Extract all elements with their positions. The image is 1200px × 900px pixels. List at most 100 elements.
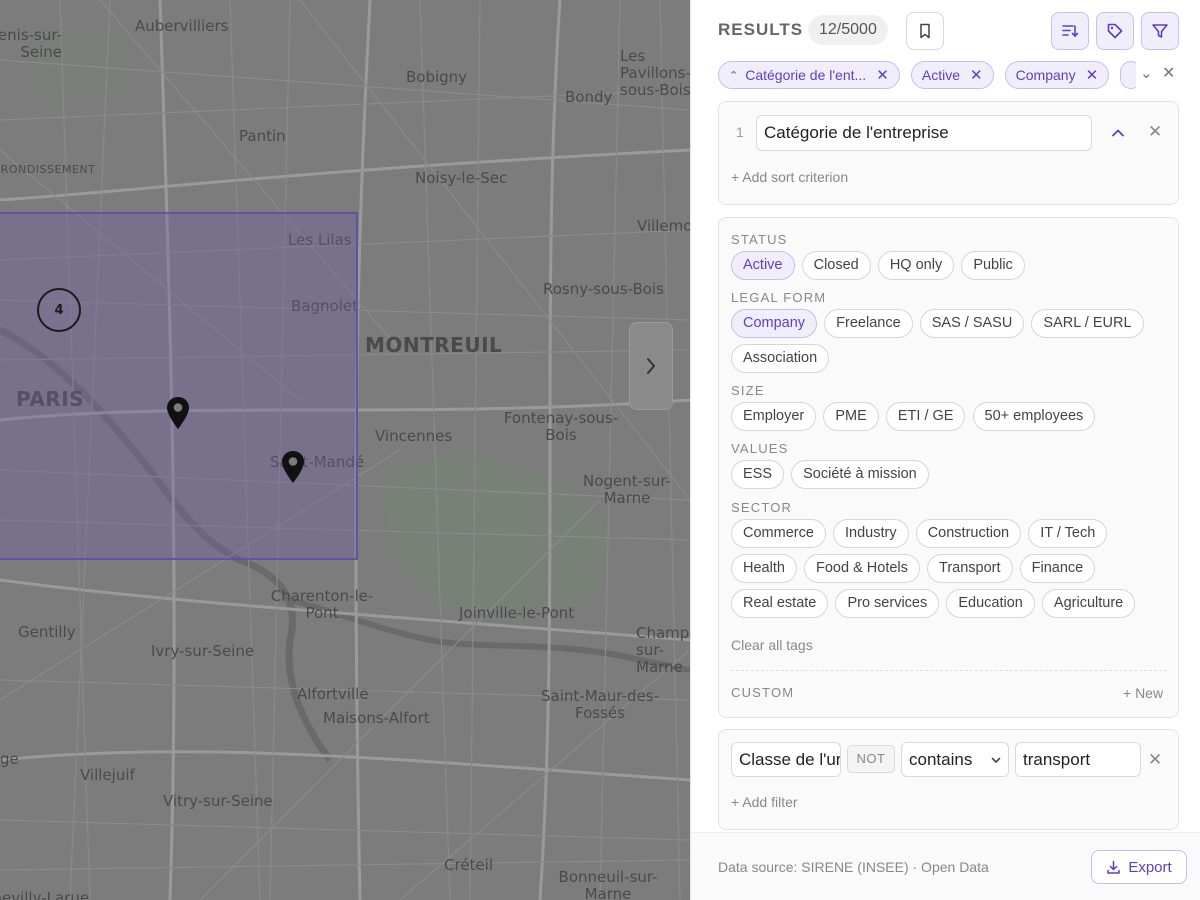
chevron-down-icon — [991, 757, 1001, 764]
remove-sort-icon[interactable]: ✕ — [1148, 122, 1162, 142]
tag-chip[interactable]: Closed — [801, 251, 871, 280]
tag-chip[interactable]: HQ only — [877, 251, 955, 280]
tag-chip[interactable]: Freelance — [824, 309, 913, 338]
sort-button[interactable] — [1051, 12, 1089, 50]
selection-rectangle[interactable] — [0, 212, 358, 560]
bookmark-button[interactable] — [906, 12, 944, 50]
tag-chip[interactable]: Finance — [1019, 554, 1096, 583]
map-label: Nogent-sur-Marne — [583, 472, 671, 507]
tag-chip[interactable]: Education — [946, 589, 1035, 618]
active-chips-scroll[interactable]: ⌃ Catégorie de l'ent... ✕ Active ✕ Company ✕ — [718, 61, 1136, 89]
active-chip-legal-form[interactable]: Company ✕ — [1004, 61, 1110, 89]
tag-chip[interactable]: SAS / SASU — [919, 309, 1025, 338]
section-label-sector: SECTOR — [731, 500, 793, 515]
add-sort-link[interactable]: + Add sort criterion — [731, 169, 848, 185]
map-label: Créteil — [444, 856, 493, 874]
data-source-text: Data source: SIRENE (INSEE) · Open Data — [718, 859, 989, 875]
tag-group-sector: Commerce Industry Construction IT / Tech… — [731, 519, 1171, 624]
not-toggle[interactable]: NOT — [847, 745, 895, 773]
filter-button[interactable] — [1141, 12, 1179, 50]
tag-chip[interactable]: Pro services — [835, 589, 940, 618]
section-label-legal-form: LEGAL FORM — [731, 290, 827, 305]
tag-icon — [1107, 23, 1123, 39]
close-icon[interactable]: ✕ — [1086, 66, 1099, 84]
active-filters-row: ⌃ Catégorie de l'ent... ✕ Active ✕ Company ✕… — [718, 61, 1188, 89]
map-label: Bobigny — [406, 68, 468, 86]
map-label: MONTREUIL — [365, 333, 503, 357]
tags-card: STATUS Active Closed HQ only Public LEGA… — [718, 217, 1179, 718]
tag-chip[interactable]: Employer — [731, 402, 817, 431]
map-label: Alfortville — [297, 685, 369, 703]
map-label: Rosny-sous-Bois — [543, 280, 664, 298]
bookmark-icon — [920, 23, 930, 39]
active-chip-status[interactable]: Active ✕ — [910, 61, 994, 89]
tag-chip[interactable]: ETI / GE — [885, 402, 966, 431]
chip-label: Active — [921, 67, 960, 83]
tag-chip[interactable]: SARL / EURL — [1031, 309, 1144, 338]
expand-chips-icon[interactable]: ⌄ — [1140, 64, 1153, 82]
map-label: Villemomble — [637, 217, 690, 235]
map-pin-icon[interactable] — [166, 396, 190, 430]
chip-label: Company — [1015, 67, 1076, 83]
tag-chip[interactable]: Construction — [915, 519, 1022, 548]
map-label: Aubervilliers — [135, 17, 229, 35]
new-custom-tag-link[interactable]: + New — [1123, 685, 1163, 701]
tag-chip[interactable]: ESS — [731, 460, 785, 489]
marker-cluster[interactable]: 4 — [37, 288, 81, 332]
filter-operator-select[interactable]: contains — [901, 742, 1009, 777]
tag-chip[interactable]: Transport — [927, 554, 1013, 583]
filter-field-input[interactable]: Classe de l'ur — [731, 742, 841, 777]
export-label: Export — [1128, 858, 1172, 876]
map-label: Charenton-le-Pont — [270, 587, 374, 622]
tag-chip[interactable]: 50+ employees — [972, 402, 1096, 431]
map-label: Saint-Denis-sur-Seine — [0, 26, 62, 61]
sort-card: 1 Catégorie de l'entreprise ✕ + Add sort… — [718, 101, 1179, 205]
results-panel: RESULTS 12/5000 ⌃ Catégorie de l'ent... ✕ … — [690, 0, 1200, 900]
tag-chip[interactable]: Active — [731, 251, 795, 280]
tag-chip[interactable]: Agriculture — [1041, 589, 1136, 618]
active-chip-filter[interactable] — [1120, 61, 1136, 89]
tag-chip[interactable]: Food & Hotels — [804, 554, 920, 583]
tag-chip[interactable]: PME — [823, 402, 879, 431]
tag-chip[interactable]: Real estate — [731, 589, 829, 618]
tag-chip[interactable]: Association — [731, 344, 830, 373]
remove-filter-icon[interactable]: ✕ — [1148, 750, 1162, 770]
close-icon[interactable]: ✕ — [876, 66, 889, 84]
map-label: Villejuif — [80, 766, 135, 784]
map-label: Montrouge — [0, 750, 19, 768]
clear-chips-icon[interactable]: ✕ — [1162, 63, 1175, 82]
chevron-up-icon: ⌃ — [729, 69, 739, 82]
tag-chip[interactable]: Société à mission — [791, 460, 929, 489]
clear-tags-link[interactable]: Clear all tags — [731, 637, 813, 653]
map-view[interactable]: Aubervilliers Bobigny Bondy Les Pavillon… — [0, 0, 690, 900]
sort-icon — [1062, 25, 1079, 38]
map-label: Pantin — [239, 127, 286, 145]
tag-chip[interactable]: IT / Tech — [1028, 519, 1108, 548]
results-header: RESULTS 12/5000 — [718, 12, 1182, 50]
panel-toggle-button[interactable] — [629, 322, 673, 410]
map-label: Vitry-sur-Seine — [163, 792, 273, 810]
map-label: Bondy — [565, 88, 613, 106]
close-icon[interactable]: ✕ — [970, 66, 983, 84]
tags-button[interactable] — [1096, 12, 1134, 50]
tag-chip[interactable]: Company — [731, 309, 818, 338]
map-label: Gentilly — [18, 623, 76, 641]
tag-chip[interactable]: Industry — [833, 519, 909, 548]
tag-chip[interactable]: Health — [731, 554, 797, 583]
chevron-right-icon — [647, 358, 655, 374]
cluster-count: 4 — [54, 302, 64, 318]
map-label: 18TH ARRONDISSEMENT — [0, 163, 96, 176]
tag-chip[interactable]: Commerce — [731, 519, 826, 548]
filter-value-input[interactable]: transport — [1015, 742, 1141, 777]
active-chip-sort[interactable]: ⌃ Catégorie de l'ent... ✕ — [718, 61, 900, 89]
panel-scroll-area[interactable]: RESULTS 12/5000 ⌃ Catégorie de l'ent... ✕ … — [691, 0, 1200, 832]
map-label: Vincennes — [375, 427, 453, 445]
tag-chip[interactable]: Public — [961, 251, 1025, 280]
section-label-status: STATUS — [731, 232, 788, 247]
map-label: Fontenay-sous-Bois — [503, 409, 619, 444]
add-filter-link[interactable]: + Add filter — [731, 794, 798, 810]
sort-field-input[interactable]: Catégorie de l'entreprise — [756, 115, 1092, 151]
map-pin-icon[interactable] — [281, 450, 305, 484]
chevron-up-icon[interactable] — [1111, 126, 1125, 140]
export-button[interactable]: Export — [1091, 850, 1187, 884]
